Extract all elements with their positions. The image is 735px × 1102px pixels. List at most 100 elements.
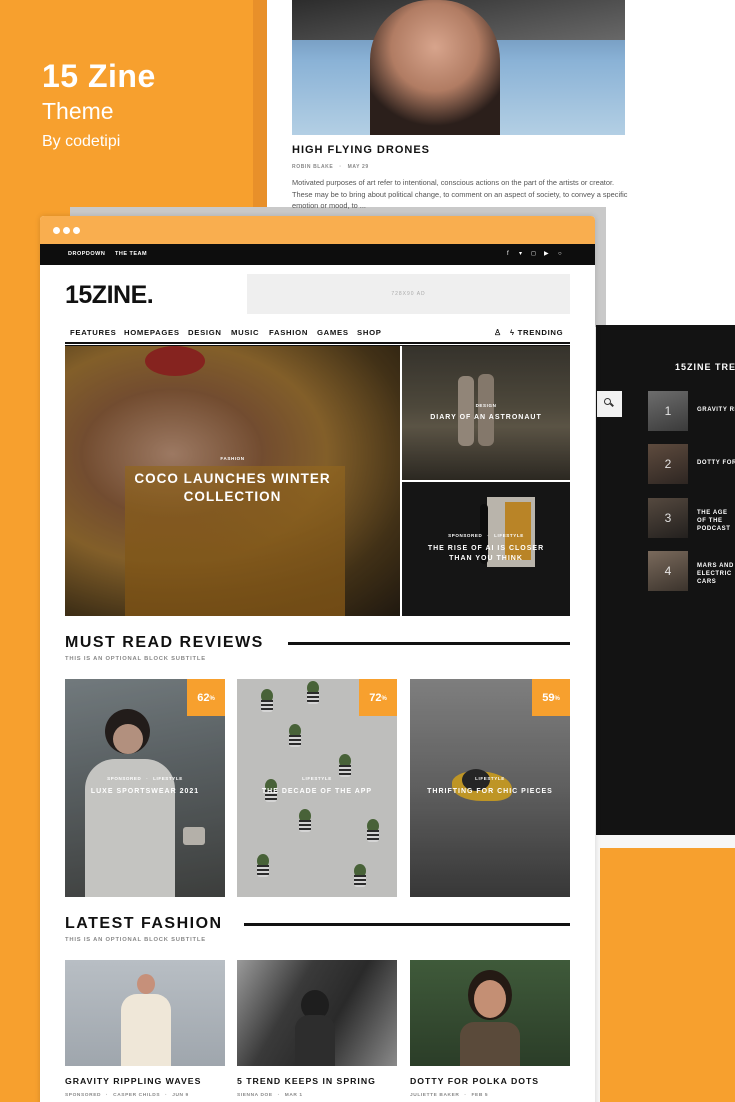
promo-accent-block bbox=[600, 848, 735, 1102]
meta-author[interactable]: CASPER CHILDS bbox=[113, 1093, 160, 1098]
fashion-card-2-title[interactable]: 5 TREND KEEPS IN SPRING bbox=[237, 1076, 376, 1086]
nav-fashion[interactable]: FASHION bbox=[269, 328, 308, 337]
hero-side-top-category[interactable]: DESIGN bbox=[402, 403, 570, 408]
article-meta: ROBIN BLAKE · MAY 29 bbox=[292, 164, 369, 170]
nav-music[interactable]: MUSIC bbox=[231, 328, 259, 337]
article-title[interactable]: HIGH FLYING DRONES bbox=[292, 144, 430, 156]
hero-main-tile[interactable]: FASHION COCO LAUNCHES WINTER COLLECTION bbox=[65, 346, 400, 616]
category-lifestyle[interactable]: LIFESTYLE bbox=[494, 533, 524, 538]
fashion-card-3-image[interactable] bbox=[410, 960, 570, 1066]
nav-shop[interactable]: SHOP bbox=[357, 328, 382, 337]
fashion-card-3-title[interactable]: DOTTY FOR POLKA DOTS bbox=[410, 1076, 539, 1086]
review-card-3-title[interactable]: THRIFTING FOR CHIC PIECES bbox=[410, 788, 570, 795]
hero-side-bottom-title-line2[interactable]: THAN YOU THINK bbox=[402, 555, 570, 562]
review-card-2-category[interactable]: LIFESTYLE bbox=[237, 776, 397, 781]
hero-side-bottom-tile[interactable]: SPONSORED · LIFESTYLE THE RISE OF AI IS … bbox=[402, 482, 570, 616]
nav-features[interactable]: FEATURES bbox=[70, 328, 116, 337]
review-card-3-category[interactable]: LIFESTYLE bbox=[410, 776, 570, 781]
site-logo[interactable]: 15ZINE. bbox=[65, 281, 154, 310]
review-score-3: 59% bbox=[532, 679, 570, 716]
article-author[interactable]: ROBIN BLAKE bbox=[292, 164, 333, 170]
site-topbar: DROPDOWN THE TEAM f ▾ ◻ ▶ ○ bbox=[40, 244, 595, 265]
search-icon[interactable] bbox=[597, 391, 622, 417]
youtube-icon[interactable]: ▶ bbox=[544, 251, 549, 258]
fashion-card-2-image[interactable] bbox=[237, 960, 397, 1066]
search-icon[interactable]: ○ bbox=[558, 251, 562, 258]
reviews-section-subtitle: THIS IS AN OPTIONAL BLOCK SUBTITLE bbox=[65, 656, 206, 662]
trending-number: 4 bbox=[664, 564, 672, 578]
promo-accent-strip bbox=[253, 0, 267, 210]
window-dot bbox=[53, 227, 60, 234]
trending-button[interactable]: ϟ TRENDING bbox=[510, 328, 563, 337]
browser-chrome bbox=[40, 216, 595, 244]
nav-games[interactable]: GAMES bbox=[317, 328, 349, 337]
article-photo[interactable] bbox=[292, 0, 625, 135]
score-unit: % bbox=[381, 695, 387, 702]
twitter-icon[interactable]: ▾ bbox=[519, 251, 522, 258]
nav-divider bbox=[65, 342, 570, 344]
fashion-section-title: LATEST FASHION bbox=[65, 915, 223, 932]
review-card-2-title[interactable]: THE DECADE OF THE APP bbox=[237, 788, 397, 795]
promo-subtitle: Theme bbox=[42, 98, 114, 124]
trending-panel-title: 15ZINE TRENDING bbox=[675, 362, 735, 372]
nav-homepages[interactable]: HOMEPAGES bbox=[124, 328, 180, 337]
trending-thumb-2[interactable]: 2 bbox=[648, 444, 688, 484]
category-sponsored[interactable]: SPONSORED bbox=[107, 776, 141, 781]
hero-side-bottom-title-line1[interactable]: THE RISE OF AI IS CLOSER bbox=[402, 545, 570, 552]
topbar-link-team[interactable]: THE TEAM bbox=[115, 251, 147, 257]
hero-side-top-tile[interactable]: DESIGN DIARY OF AN ASTRONAUT bbox=[402, 346, 570, 480]
hero-main-category[interactable]: FASHION bbox=[65, 456, 400, 461]
meta-label: SPONSORED bbox=[65, 1093, 102, 1098]
section-rule bbox=[244, 923, 570, 926]
fashion-card-3-meta: JULIETTE BAKER · FEB 5 bbox=[410, 1093, 489, 1098]
promo-title: 15 Zine bbox=[42, 58, 156, 94]
review-card-2[interactable]: 72% LIFESTYLE THE DECADE OF THE APP bbox=[237, 679, 397, 897]
score-unit: % bbox=[209, 695, 215, 702]
meta-date: FEB 5 bbox=[471, 1093, 489, 1098]
score-value: 62 bbox=[197, 691, 210, 704]
meta-date: JUN 9 bbox=[172, 1093, 189, 1098]
hero-main-title-line2[interactable]: COLLECTION bbox=[65, 489, 400, 504]
score-value: 59 bbox=[542, 691, 555, 704]
trending-label: TRENDING bbox=[517, 328, 564, 337]
facebook-icon[interactable]: f bbox=[507, 251, 509, 258]
hero-main-title-line1[interactable]: COCO LAUNCHES WINTER bbox=[65, 471, 400, 486]
promo-byline: By codetipi bbox=[42, 133, 121, 150]
ad-banner[interactable]: 728X90 AD bbox=[247, 274, 570, 314]
trending-title-4[interactable]: MARS AND ELECTRIC CARS bbox=[697, 562, 735, 586]
window-dot bbox=[73, 227, 80, 234]
fashion-card-1-image[interactable] bbox=[65, 960, 225, 1066]
trending-title-1[interactable]: GRAVITY RIPPLING WAVES bbox=[697, 406, 735, 414]
trending-thumb-1[interactable]: 1 bbox=[648, 391, 688, 431]
review-card-3[interactable]: 59% LIFESTYLE THRIFTING FOR CHIC PIECES bbox=[410, 679, 570, 897]
instagram-icon[interactable]: ◻ bbox=[531, 251, 536, 258]
section-rule bbox=[288, 642, 570, 645]
hero-side-top-title[interactable]: DIARY OF AN ASTRONAUT bbox=[402, 414, 570, 421]
trending-title-3[interactable]: THE AGE OF THE PODCAST bbox=[697, 509, 735, 533]
nav-design[interactable]: DESIGN bbox=[188, 328, 222, 337]
article-date: MAY 29 bbox=[347, 164, 369, 170]
window-dot bbox=[63, 227, 70, 234]
bolt-icon: ϟ bbox=[510, 328, 518, 337]
meta-author[interactable]: JULIETTE BAKER bbox=[410, 1093, 459, 1098]
review-score-1: 62% bbox=[187, 679, 225, 716]
review-score-2: 72% bbox=[359, 679, 397, 716]
trending-title-2[interactable]: DOTTY FOR POLKA DOTS bbox=[697, 459, 735, 467]
trending-thumb-3[interactable]: 3 bbox=[648, 498, 688, 538]
review-card-1[interactable]: 62% SPONSORED · LIFESTYLE LUXE SPORTSWEA… bbox=[65, 679, 225, 897]
meta-author[interactable]: SIENNA DOE bbox=[237, 1093, 273, 1098]
review-card-1-title[interactable]: LUXE SPORTSWEAR 2021 bbox=[65, 788, 225, 795]
category-lifestyle[interactable]: LIFESTYLE bbox=[153, 776, 183, 781]
category-sponsored[interactable]: SPONSORED bbox=[448, 533, 482, 538]
user-icon[interactable]: ♙ bbox=[494, 328, 502, 337]
meta-date: MAR 1 bbox=[284, 1093, 303, 1098]
article-excerpt: Motivated purposes of art refer to inten… bbox=[292, 178, 628, 210]
hero-side-bottom-categories: SPONSORED · LIFESTYLE bbox=[448, 533, 524, 538]
trending-number: 2 bbox=[664, 457, 672, 471]
review-card-1-categories: SPONSORED · LIFESTYLE bbox=[107, 776, 183, 781]
fashion-section-subtitle: THIS IS AN OPTIONAL BLOCK SUBTITLE bbox=[65, 937, 206, 943]
fashion-card-1-title[interactable]: GRAVITY RIPPLING WAVES bbox=[65, 1076, 201, 1086]
topbar-link-dropdown[interactable]: DROPDOWN bbox=[68, 251, 105, 257]
trending-number: 1 bbox=[664, 404, 672, 418]
trending-thumb-4[interactable]: 4 bbox=[648, 551, 688, 591]
